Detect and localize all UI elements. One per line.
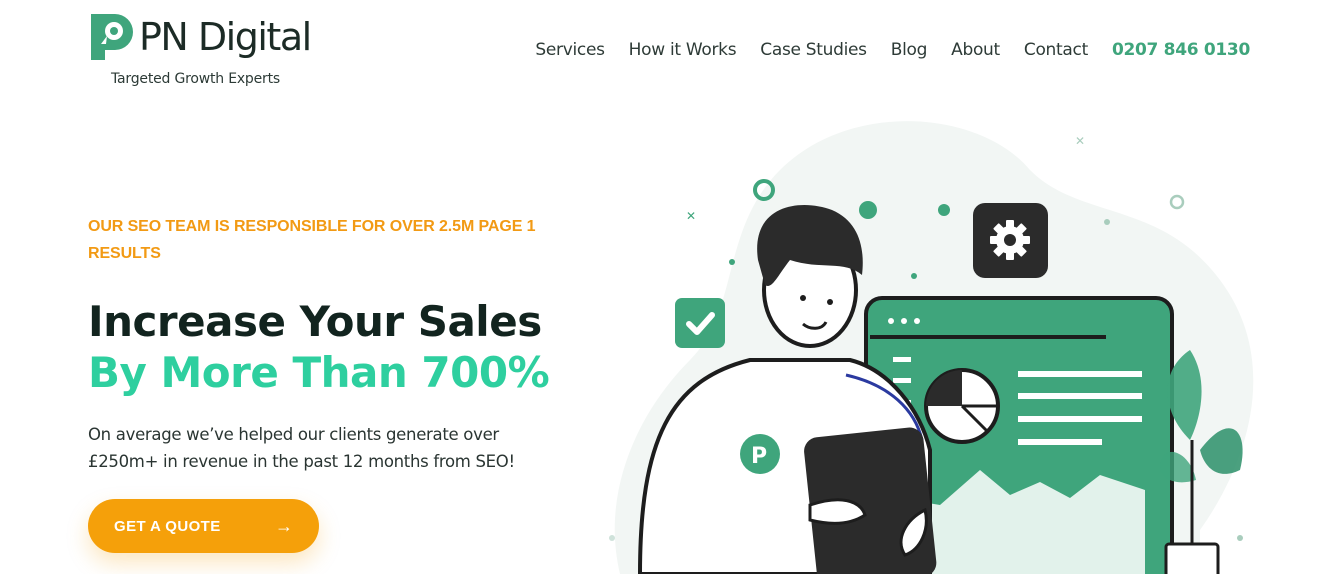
nav-item-case-studies[interactable]: Case Studies [760, 40, 867, 60]
pie-chart-icon [924, 368, 1000, 444]
nav-item-about[interactable]: About [951, 40, 1000, 60]
decor-dot [1237, 535, 1243, 541]
decor-ring [1169, 194, 1185, 210]
hero-lead: On average we’ve helped our clients gene… [88, 425, 515, 471]
svg-text:✕: ✕ [686, 209, 696, 223]
get-a-quote-button[interactable]: GET A QUOTE → [88, 499, 319, 553]
check-tile [675, 298, 725, 348]
brand-name: PN Digital [139, 15, 312, 59]
decor-dot [609, 535, 615, 541]
hero-title-line-1: Increase Your Sales [88, 297, 542, 346]
nav-item-blog[interactable]: Blog [891, 40, 928, 60]
brand-p-logo-icon [91, 14, 133, 60]
decor-dot [938, 204, 950, 216]
decor-dot [1104, 219, 1110, 225]
svg-text:✕: ✕ [1075, 134, 1085, 148]
svg-text:P: P [751, 444, 767, 469]
hero-kicker: OUR SEO TEAM IS RESPONSIBLE FOR OVER 2.5… [88, 218, 536, 262]
get-a-quote-label: GET A QUOTE [114, 517, 221, 535]
brand-tagline: Targeted Growth Experts [111, 71, 280, 87]
main-nav: Services How it Works Case Studies Blog … [511, 40, 1250, 60]
arrow-right-icon: → [275, 515, 293, 536]
hero-title-line-2: By More Than 700% [88, 348, 550, 397]
brand-p-icon: P [740, 434, 780, 474]
phone-link[interactable]: 0207 846 0130 [1112, 40, 1250, 60]
hero-illustration: ✕ ✕ P [609, 121, 1254, 574]
decor-dot [911, 273, 917, 279]
decor-dot [859, 201, 877, 219]
decor-dot [729, 259, 735, 265]
nav-item-services[interactable]: Services [535, 40, 605, 60]
gear-icon [990, 220, 1030, 260]
hero-title: Increase Your Sales By More Than 700% [88, 296, 550, 398]
nav-item-how-it-works[interactable]: How it Works [629, 40, 737, 60]
nav-item-contact[interactable]: Contact [1024, 40, 1088, 60]
logo[interactable]: PN Digital [87, 10, 312, 64]
